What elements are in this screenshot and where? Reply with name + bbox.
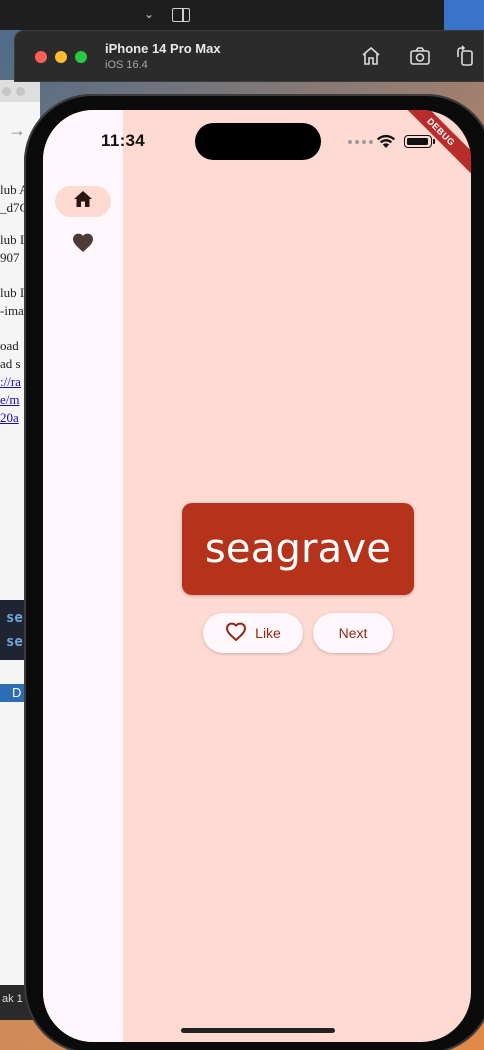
background-code-text: se: [6, 610, 23, 626]
rotate-icon[interactable]: [452, 43, 478, 69]
background-link: e/m: [0, 392, 20, 407]
next-button[interactable]: Next: [313, 613, 393, 653]
screenshot-icon[interactable]: [407, 43, 433, 69]
background-code-text: se: [6, 634, 23, 650]
close-window-button[interactable]: [35, 51, 47, 63]
back-arrow-icon: →: [8, 120, 26, 140]
background-text: lub I: [0, 232, 25, 247]
background-text: oad: [0, 338, 19, 353]
dynamic-island: [195, 123, 321, 160]
minimize-window-button[interactable]: [55, 51, 67, 63]
simulator-device-name: iPhone 14 Pro Max: [105, 41, 221, 56]
home-indicator[interactable]: [181, 1028, 335, 1033]
background-text: ad s: [0, 356, 21, 371]
simulator-titlebar: iPhone 14 Pro Max iOS 16.4: [14, 30, 484, 82]
home-icon[interactable]: [358, 43, 384, 69]
background-link: ://ra: [0, 374, 21, 389]
wifi-icon: [375, 132, 397, 154]
battery-icon: [404, 135, 435, 148]
heart-outline-icon: [225, 622, 247, 645]
like-button[interactable]: Like: [203, 613, 303, 653]
home-icon: [73, 190, 93, 213]
heart-icon: [72, 233, 94, 258]
background-window-toolbar: ⌄: [0, 0, 484, 30]
background-traffic-light: [2, 87, 11, 96]
simulator-os-version: iOS 16.4: [105, 59, 148, 71]
background-text: 907: [0, 250, 20, 265]
background-chip-text: D: [12, 685, 22, 700]
word-card: seagrave: [182, 503, 414, 595]
background-link: 20a: [0, 410, 19, 425]
chevron-down-icon: ⌄: [144, 7, 155, 21]
cellular-signal-icon: [348, 140, 373, 144]
sidebar-toggle-icon: [172, 8, 190, 22]
next-button-label: Next: [338, 625, 368, 641]
word-pair-text: seagrave: [204, 526, 392, 572]
nav-item-favorites[interactable]: [55, 231, 111, 259]
zoom-window-button[interactable]: [75, 51, 87, 63]
background-traffic-light: [16, 87, 25, 96]
background-text: -ima: [0, 303, 24, 318]
background-accent: [444, 0, 484, 30]
status-bar-time: 11:34: [101, 131, 146, 150]
nav-item-home[interactable]: [55, 186, 111, 217]
background-text: lub I: [0, 285, 25, 300]
background-tabbar: [0, 80, 40, 102]
background-terminal-text: ak 1: [2, 993, 23, 1005]
navigation-rail: [43, 110, 123, 1042]
like-button-label: Like: [255, 625, 281, 641]
app-screen: 11:34 DEBUG seagrave Like Next: [43, 110, 471, 1042]
